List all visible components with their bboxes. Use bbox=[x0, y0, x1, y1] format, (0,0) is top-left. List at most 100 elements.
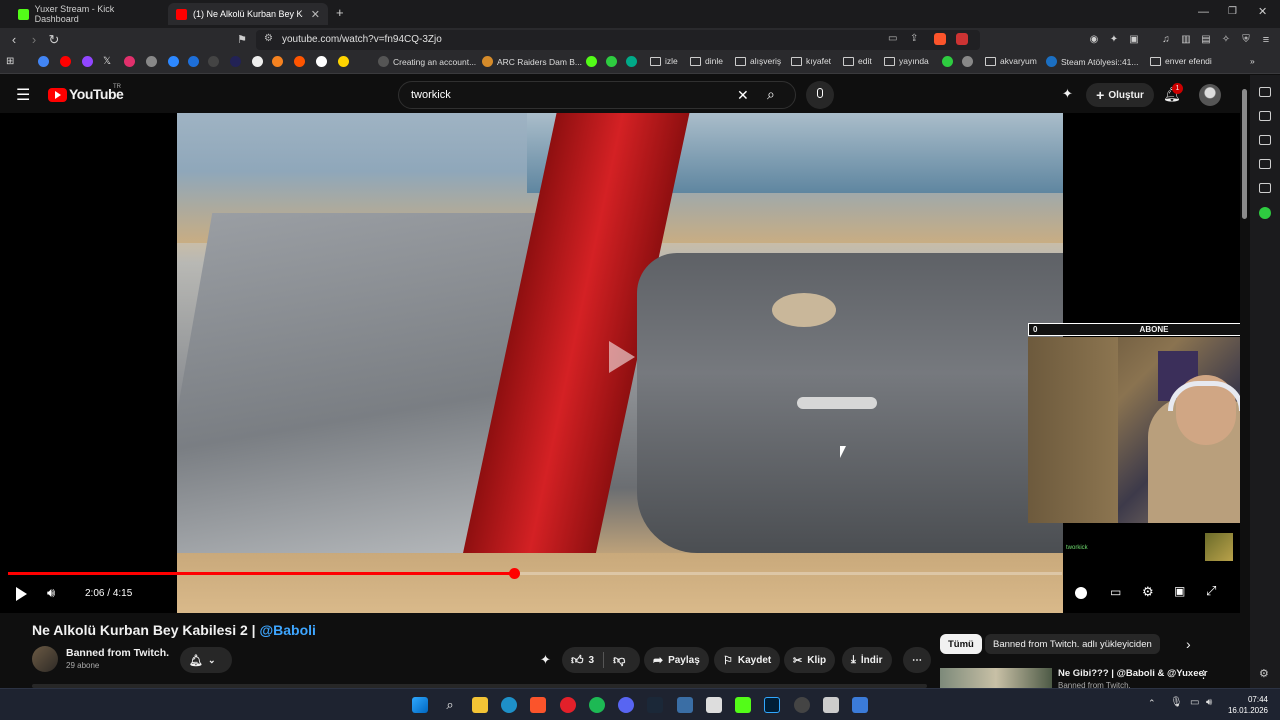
bookmark-site-icon[interactable] bbox=[586, 56, 597, 67]
apps-icon[interactable]: ⊞ bbox=[6, 56, 14, 67]
bookmark-folder-izle[interactable]: izle bbox=[650, 56, 678, 66]
chip-all[interactable]: Tümü bbox=[940, 634, 982, 654]
display-tray-icon[interactable]: ▭ bbox=[1190, 697, 1199, 708]
search-icon[interactable]: ⌕ bbox=[767, 86, 775, 103]
share-button[interactable]: ➦ Paylaş bbox=[644, 647, 709, 673]
theater-mode-icon[interactable]: ▣ bbox=[1174, 584, 1185, 598]
bookmark-icon[interactable]: ⚑ bbox=[234, 32, 250, 48]
bookmark-site-icon[interactable] bbox=[168, 56, 179, 67]
scrollbar-thumb[interactable] bbox=[1242, 89, 1247, 219]
tray-overflow-icon[interactable]: ⌃ bbox=[1148, 698, 1156, 709]
clock[interactable]: 07:44 16.01.2026 bbox=[1228, 694, 1268, 716]
like-icon[interactable]: 👍︎ bbox=[571, 653, 584, 668]
app-icon[interactable] bbox=[706, 697, 722, 713]
leo-icon[interactable]: ✧ bbox=[1218, 32, 1234, 48]
edge-icon[interactable] bbox=[501, 697, 517, 713]
search-input[interactable]: tworkick bbox=[411, 89, 451, 101]
music-icon[interactable]: ♫ bbox=[1158, 32, 1174, 48]
site-info-icon[interactable]: ⚙ bbox=[264, 33, 273, 44]
youtube-bookmark-icon[interactable] bbox=[60, 56, 71, 67]
bookmark-folder-edit[interactable]: edit bbox=[843, 56, 872, 66]
sidepanel-settings-icon[interactable]: ⚙ bbox=[1259, 667, 1269, 680]
volume-icon[interactable]: 🔊︎ bbox=[47, 585, 55, 601]
bookmark-site-icon[interactable] bbox=[294, 56, 305, 67]
forward-icon[interactable]: › bbox=[26, 32, 42, 48]
clear-search-icon[interactable]: ✕ bbox=[737, 87, 749, 104]
subtitles-icon[interactable]: ▭ bbox=[1110, 585, 1121, 599]
bookmark-folder-akvaryum[interactable]: akvaryum bbox=[985, 56, 1037, 66]
channel-tag-link[interactable]: @Baboli bbox=[259, 622, 315, 638]
bookmark-site-icon[interactable] bbox=[962, 56, 973, 67]
video-frame[interactable] bbox=[177, 113, 1063, 613]
photoshop-icon[interactable] bbox=[764, 697, 780, 713]
channel-name[interactable]: Banned from Twitch. bbox=[66, 647, 169, 659]
brave-shield-icon[interactable] bbox=[934, 33, 946, 45]
sidebar-icon[interactable]: ▥ bbox=[1178, 32, 1194, 48]
bookmark-folder-enver[interactable]: enver efendi bbox=[1150, 56, 1212, 66]
instagram-icon[interactable] bbox=[124, 56, 135, 67]
back-icon[interactable]: ‹ bbox=[6, 32, 22, 48]
bookmark-folder-kiyafet[interactable]: kıyafet bbox=[791, 56, 831, 66]
bookmark-site-icon[interactable] bbox=[230, 56, 241, 67]
chip-from-uploader[interactable]: Banned from Twitch. adlı yükleyiciden bbox=[985, 634, 1160, 654]
progress-bar[interactable] bbox=[8, 568, 1062, 579]
center-play-icon[interactable] bbox=[609, 341, 635, 373]
bookmark-folder-yayinda[interactable]: yayında bbox=[884, 56, 929, 66]
channel-avatar[interactable] bbox=[32, 646, 58, 672]
extensions-icon[interactable]: ✦ bbox=[1106, 32, 1122, 48]
tab-kick-dashboard[interactable]: Yuxer Stream - Kick Dashboard bbox=[10, 3, 165, 25]
bookmark-folder-dinle[interactable]: dinle bbox=[690, 56, 723, 66]
bookmark-site-icon[interactable] bbox=[272, 56, 283, 67]
brave-rewards-icon[interactable] bbox=[956, 33, 968, 45]
brave-icon[interactable] bbox=[530, 697, 546, 713]
github-icon[interactable] bbox=[146, 56, 157, 67]
sidepanel-leo-icon[interactable] bbox=[1259, 87, 1271, 97]
chevron-right-icon[interactable]: › bbox=[1186, 636, 1191, 652]
subscription-bell-button[interactable]: 🔔︎ ⌄ bbox=[180, 647, 232, 673]
more-bookmarks-icon[interactable]: » bbox=[1250, 56, 1255, 66]
account-avatar[interactable] bbox=[1199, 84, 1221, 106]
bookmark-site-icon[interactable] bbox=[316, 56, 327, 67]
reload-icon[interactable]: ↻ bbox=[46, 32, 62, 48]
next-video-menu-icon[interactable]: ⋮ bbox=[1198, 668, 1209, 681]
sidepanel-history-icon[interactable] bbox=[1259, 159, 1271, 169]
cast-icon[interactable]: ▭ bbox=[888, 33, 897, 44]
settings-gear-icon[interactable]: ⚙ bbox=[1142, 584, 1154, 600]
discord-icon[interactable] bbox=[618, 697, 634, 713]
bookmark-arc-raiders[interactable]: ARC Raiders Dam B... bbox=[482, 56, 582, 67]
file-explorer-icon[interactable] bbox=[472, 697, 488, 713]
x-icon[interactable]: 𝕏 bbox=[103, 56, 111, 67]
ai-sparkle-icon[interactable]: ✦ bbox=[1062, 86, 1073, 102]
microphone-tray-icon[interactable]: 🎙︎ bbox=[1170, 697, 1183, 708]
autoplay-toggle[interactable] bbox=[1075, 587, 1087, 599]
start-button-icon[interactable] bbox=[412, 697, 428, 713]
screenshot-icon[interactable]: ▣ bbox=[1126, 32, 1142, 48]
menu-icon[interactable]: ≡ bbox=[1258, 32, 1274, 48]
sidepanel-reading-list-icon[interactable] bbox=[1259, 111, 1271, 121]
youtube-logo-icon[interactable] bbox=[48, 88, 67, 102]
fullscreen-icon[interactable]: ⤢ bbox=[1206, 583, 1216, 599]
bookmark-site-icon[interactable] bbox=[338, 56, 349, 67]
close-tab-icon[interactable]: ✕ bbox=[311, 8, 320, 21]
next-video-title[interactable]: Ne Gibi??? | @Baboli & @Yuxeer bbox=[1058, 668, 1207, 679]
restore-icon[interactable]: ❐ bbox=[1228, 6, 1237, 17]
voice-search-button[interactable] bbox=[806, 81, 834, 109]
omnibox[interactable]: ⚙ youtube.com/watch?v=fn94CQ-3Zjo ▭ ⇪ bbox=[256, 30, 980, 50]
vpn-icon[interactable]: ◉ bbox=[1086, 32, 1102, 48]
ai-sparkle-icon[interactable]: ✦ bbox=[540, 652, 551, 668]
bookmark-creating-account[interactable]: Creating an account... bbox=[378, 56, 476, 67]
play-button[interactable] bbox=[16, 587, 27, 601]
close-window-icon[interactable]: ✕ bbox=[1258, 5, 1267, 18]
search-icon[interactable]: ⌕ bbox=[442, 697, 458, 713]
control-panel-icon[interactable] bbox=[852, 697, 868, 713]
share-icon[interactable]: ⇪ bbox=[910, 33, 918, 44]
sidepanel-bookmarks-icon[interactable] bbox=[1259, 135, 1271, 145]
video-player[interactable]: 0 ABONE 16 tworkick 🔊︎ 2:06 / 4:15 ▭ ⚙ ▣… bbox=[0, 113, 1280, 613]
bookmark-steam-workshop[interactable]: Steam Atölyesi::41... bbox=[1046, 56, 1138, 67]
snipping-tool-icon[interactable] bbox=[823, 697, 839, 713]
download-button[interactable]: ⤓ İndir bbox=[842, 647, 892, 673]
search-box[interactable]: tworkick ✕ ⌕ bbox=[398, 81, 796, 109]
tab-youtube-video[interactable]: (1) Ne Alkolü Kurban Bey Kabile ✕ bbox=[168, 3, 328, 25]
calculator-icon[interactable] bbox=[677, 697, 693, 713]
google-icon[interactable] bbox=[38, 56, 49, 67]
